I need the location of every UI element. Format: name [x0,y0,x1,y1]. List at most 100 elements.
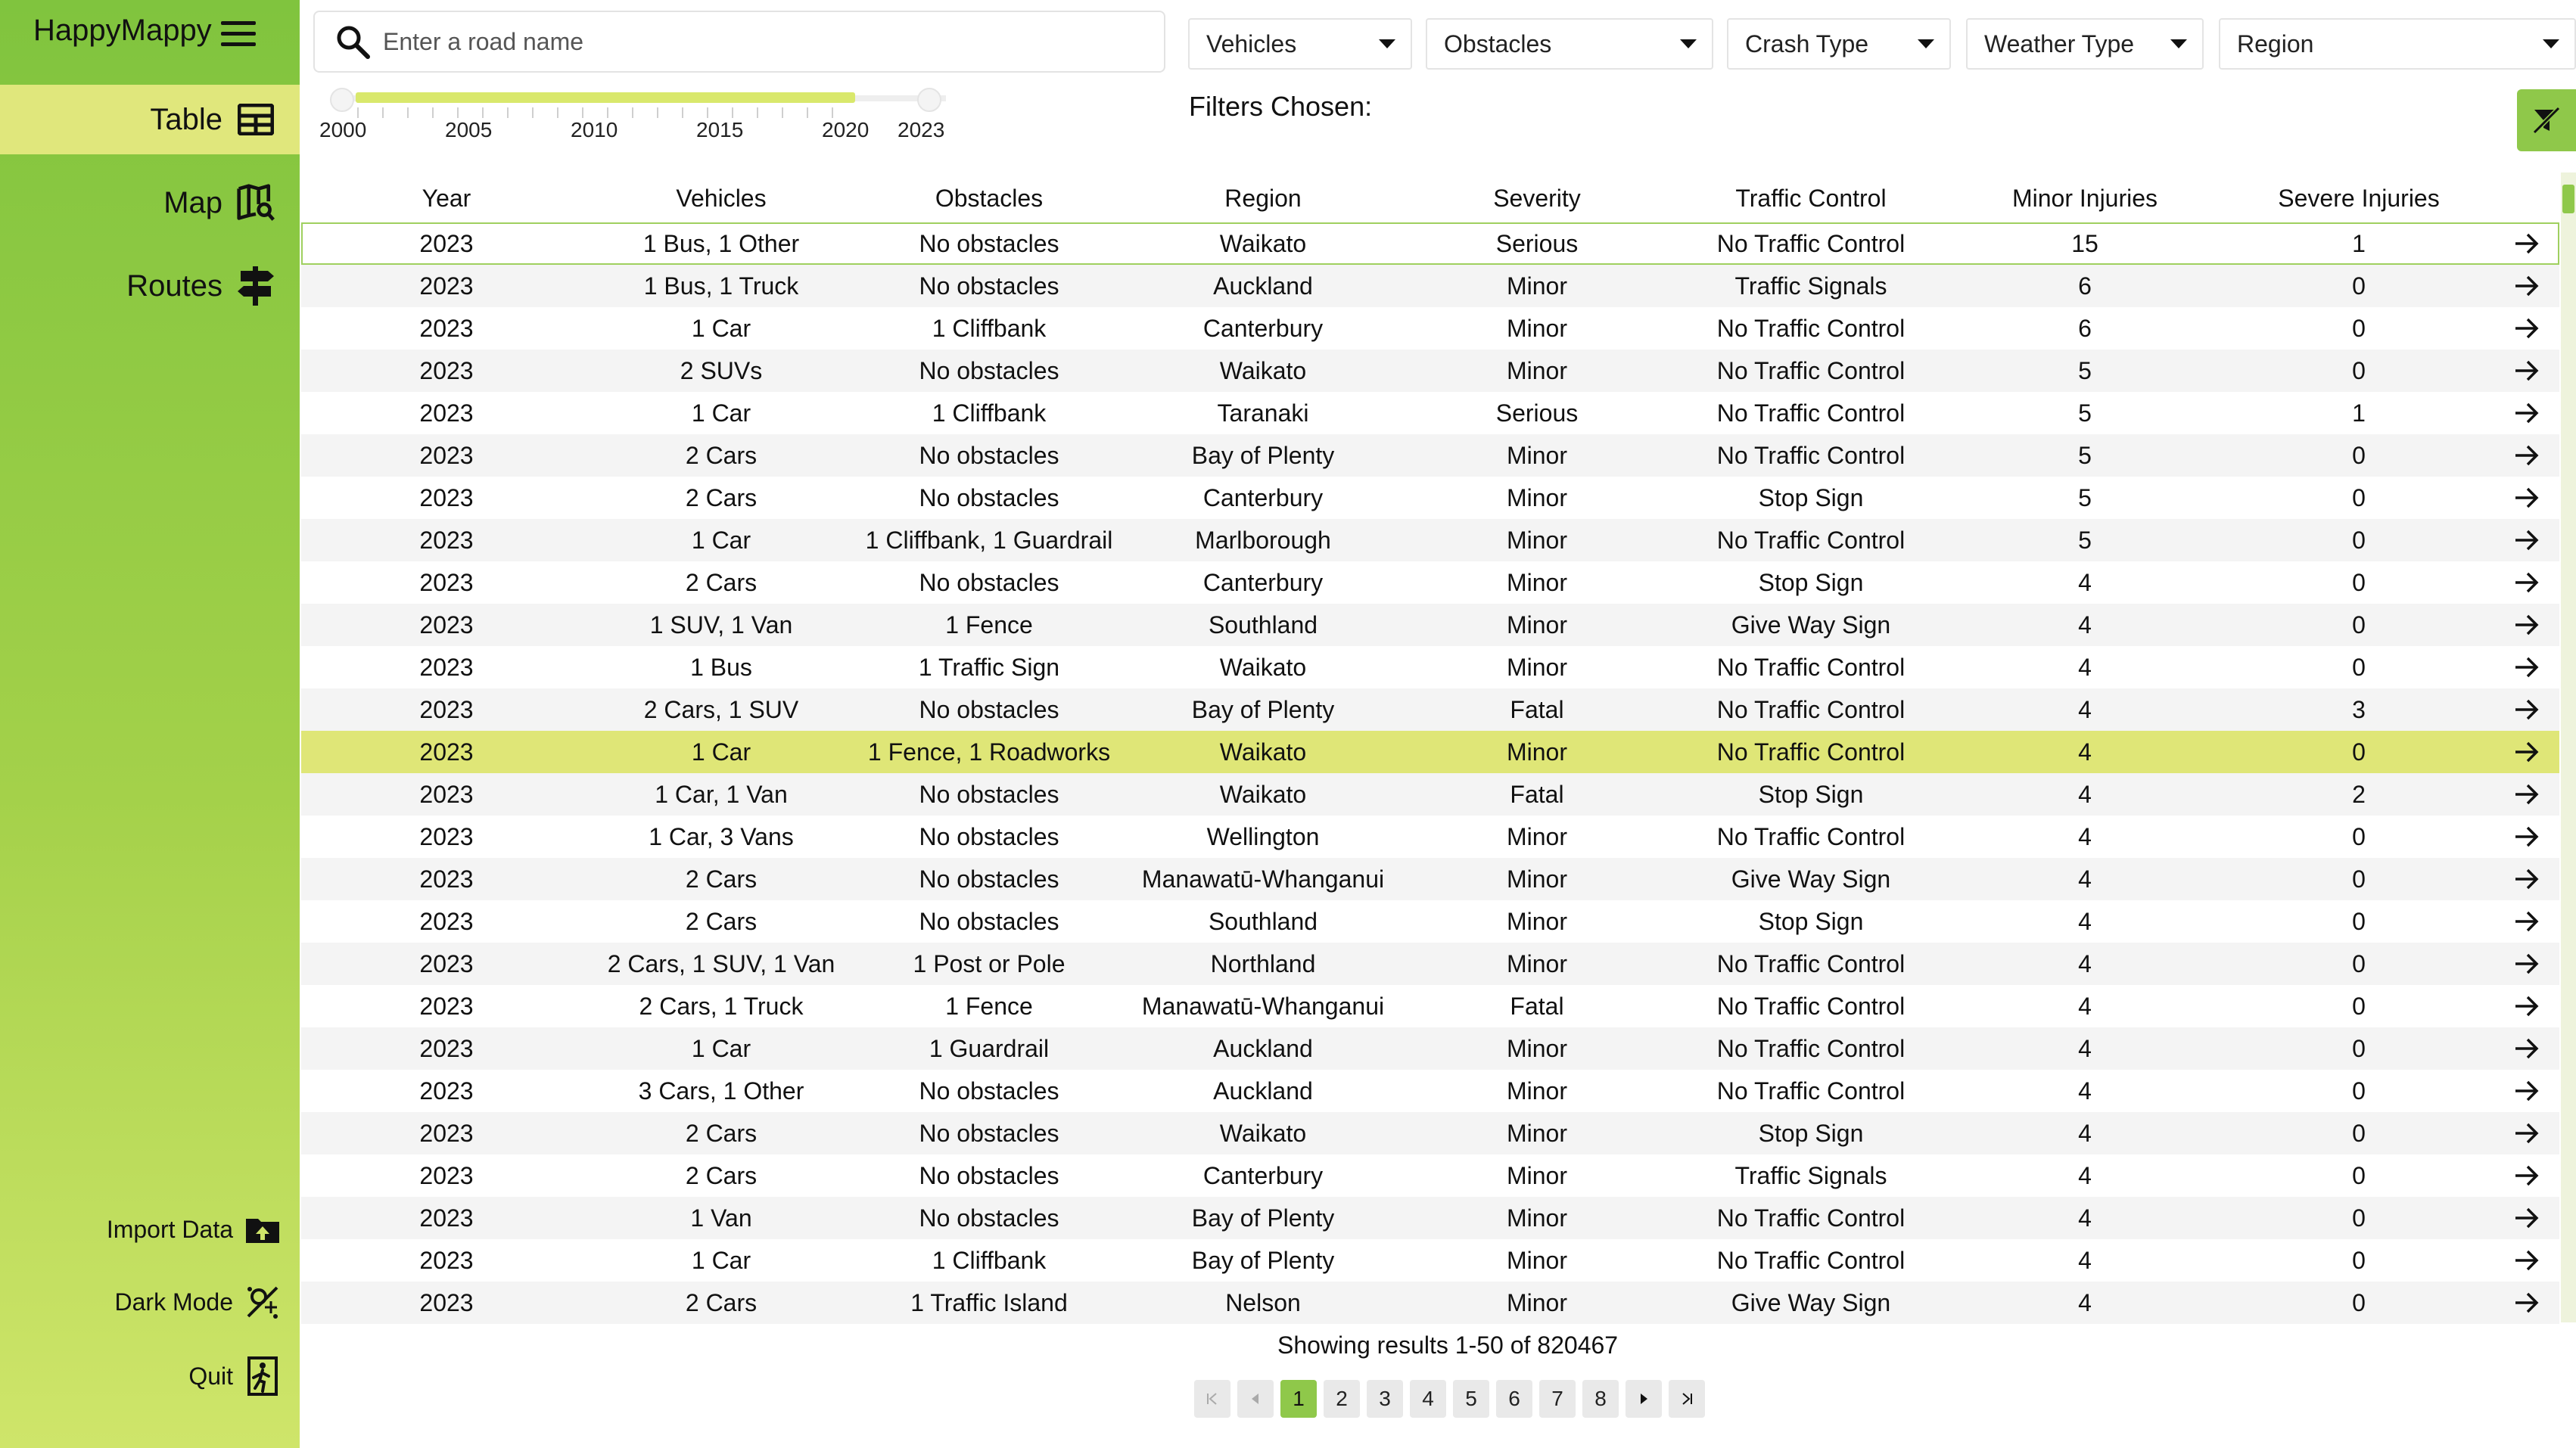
next-page-icon[interactable] [1626,1380,1662,1418]
table-row[interactable]: 2023 2 Cars, 1 SUV, 1 Van 1 Post or Pole No… [301,943,2559,985]
open-row-arrow-icon[interactable] [2494,402,2559,424]
clear-filters-button[interactable] [2517,89,2576,151]
table-row[interactable]: 2023 2 Cars No obstacles Canterbury Minor Sto… [301,561,2559,604]
column-header-region[interactable]: Region [1128,185,1398,213]
open-row-arrow-icon[interactable] [2494,275,2559,297]
open-row-arrow-icon[interactable] [2494,1164,2559,1187]
open-row-arrow-icon[interactable] [2494,698,2559,721]
table-row[interactable]: 2023 2 SUVs No obstacles Waikato Minor No Tra… [301,350,2559,392]
table-row[interactable]: 2023 2 Cars No obstacles Canterbury Minor Tra… [301,1154,2559,1197]
open-row-arrow-icon[interactable] [2494,444,2559,467]
slider-handle-start[interactable] [330,88,354,112]
table-row[interactable]: 2023 1 Car 1 Cliffbank Bay of Plenty Minor No… [301,1239,2559,1282]
slider-handle-end[interactable] [917,88,941,112]
page-button[interactable]: 6 [1496,1380,1532,1418]
open-row-arrow-icon[interactable] [2494,868,2559,890]
obstacles-dropdown[interactable]: Obstacles [1426,18,1713,70]
col-region: Southland [1208,611,1318,639]
nav-item-table[interactable]: Table [0,85,300,154]
page-button[interactable]: 8 [1582,1380,1619,1418]
column-header-minor-injuries[interactable]: Minor Injuries [1946,185,2223,213]
open-row-arrow-icon[interactable] [2494,529,2559,552]
table-row[interactable]: 2023 1 Car 1 Guardrail Auckland Minor No Traf… [301,1027,2559,1070]
table-row[interactable]: 2023 2 Cars No obstacles Canterbury Minor Sto… [301,477,2559,519]
open-row-arrow-icon[interactable] [2494,1037,2559,1060]
table-row[interactable]: 2023 3 Cars, 1 Other No obstacles Auckland M… [301,1070,2559,1112]
open-row-arrow-icon[interactable] [2494,1080,2559,1102]
search-input[interactable] [381,26,1164,57]
col-severity: Minor [1506,865,1567,893]
col-severe-injuries: 0 [2352,1119,2366,1147]
table-row[interactable]: 2023 1 Car, 1 Van No obstacles Waikato Fatal… [301,773,2559,816]
open-row-arrow-icon[interactable] [2494,825,2559,848]
table-row[interactable]: 2023 2 Cars No obstacles Southland Minor Stop… [301,900,2559,943]
previous-page-icon[interactable] [1237,1380,1274,1418]
open-row-arrow-icon[interactable] [2494,783,2559,806]
open-row-arrow-icon[interactable] [2494,359,2559,382]
table-row[interactable]: 2023 1 Bus 1 Traffic Sign Waikato Minor No Tr… [301,646,2559,688]
page-button[interactable]: 7 [1539,1380,1576,1418]
column-header-traffic-control[interactable]: Traffic Control [1675,185,1946,213]
first-page-icon[interactable] [1194,1380,1230,1418]
page-button[interactable]: 2 [1324,1380,1360,1418]
crash-type-dropdown[interactable]: Crash Type [1727,18,1951,70]
table-row[interactable]: 2023 2 Cars No obstacles Bay of Plenty Minor… [301,434,2559,477]
page-button[interactable]: 5 [1453,1380,1489,1418]
table-row[interactable]: 2023 1 Car 1 Cliffbank Taranaki Serious No Tr… [301,392,2559,434]
open-row-arrow-icon[interactable] [2494,1291,2559,1314]
table-row[interactable]: 2023 1 Bus, 1 Other No obstacles Waikato Ser… [301,222,2559,265]
open-row-arrow-icon[interactable] [2494,614,2559,636]
scrollbar-thumb[interactable] [2562,185,2574,213]
open-row-arrow-icon[interactable] [2494,1122,2559,1145]
results-count: Showing results 1-50 of 820467 [1277,1331,1619,1359]
nav-item-map[interactable]: Map [0,168,300,238]
region-dropdown[interactable]: Region [2219,18,2576,70]
hamburger-menu-icon[interactable] [221,21,256,47]
open-row-arrow-icon[interactable] [2494,1207,2559,1229]
open-row-arrow-icon[interactable] [2494,656,2559,679]
table-row[interactable]: 2023 1 Car 1 Cliffbank, 1 Guardrail Marlbor… [301,519,2559,561]
table-row[interactable]: 2023 2 Cars No obstacles Waikato Minor Stop S… [301,1112,2559,1154]
open-row-arrow-icon[interactable] [2494,741,2559,763]
dark-mode-button[interactable]: Dark Mode [115,1283,282,1321]
table-row[interactable]: 2023 2 Cars No obstacles Manawatū-Whanganui… [301,858,2559,900]
page-button[interactable]: 3 [1367,1380,1403,1418]
table-row[interactable]: 2023 1 Car, 3 Vans No obstacles Wellington M… [301,816,2559,858]
open-row-arrow-icon[interactable] [2494,952,2559,975]
column-header-severe-injuries[interactable]: Severe Injuries [2223,185,2494,213]
weather-type-dropdown[interactable]: Weather Type [1966,18,2204,70]
nav-item-routes[interactable]: Routes [0,251,300,321]
search-box[interactable] [313,11,1165,73]
open-row-arrow-icon[interactable] [2494,995,2559,1018]
open-row-arrow-icon[interactable] [2494,1249,2559,1272]
table-row[interactable]: 2023 1 Car 1 Cliffbank Canterbury Minor No Tr… [301,307,2559,350]
last-page-icon[interactable] [1669,1380,1705,1418]
open-row-arrow-icon[interactable] [2494,571,2559,594]
col-vehicles: 2 Cars, 1 Truck [639,992,804,1020]
table-row[interactable]: 2023 1 Bus, 1 Truck No obstacles Auckland Mi… [301,265,2559,307]
table-row[interactable]: 2023 1 SUV, 1 Van 1 Fence Southland Minor Giv… [301,604,2559,646]
open-row-arrow-icon[interactable] [2494,317,2559,340]
column-header-year[interactable]: Year [301,185,592,213]
table-row[interactable]: 2023 1 Van No obstacles Bay of Plenty Minor N… [301,1197,2559,1239]
open-row-arrow-icon[interactable] [2494,910,2559,933]
page-button[interactable]: 1 [1280,1380,1317,1418]
open-row-arrow-icon[interactable] [2494,486,2559,509]
table-scrollbar[interactable] [2561,172,2576,1322]
column-header-vehicles[interactable]: Vehicles [592,185,851,213]
table-row[interactable]: 2023 2 Cars, 1 SUV No obstacles Bay of Plen… [301,688,2559,731]
import-data-button[interactable]: Import Data [107,1210,282,1248]
year-range-slider[interactable]: 2000 2005 2010 2015 2020 2023 [318,85,946,145]
col-region: Bay of Plenty [1191,1204,1335,1232]
table-row[interactable]: 2023 2 Cars, 1 Truck 1 Fence Manawatū-Whang… [301,985,2559,1027]
table-row[interactable]: 2023 1 Car 1 Fence, 1 Roadworks Waikato Mino… [301,731,2559,773]
vehicles-dropdown[interactable]: Vehicles [1188,18,1412,70]
column-header-obstacles[interactable]: Obstacles [851,185,1128,213]
page-button[interactable]: 4 [1410,1380,1446,1418]
quit-button[interactable]: Quit [188,1356,282,1396]
table-row[interactable]: 2023 2 Cars 1 Traffic Island Nelson Minor Giv… [301,1282,2559,1324]
column-header-severity[interactable]: Severity [1398,185,1675,213]
col-obstacles: 1 Cliffbank [932,314,1047,342]
open-row-arrow-icon[interactable] [2494,232,2559,255]
col-year: 2023 [419,949,474,977]
